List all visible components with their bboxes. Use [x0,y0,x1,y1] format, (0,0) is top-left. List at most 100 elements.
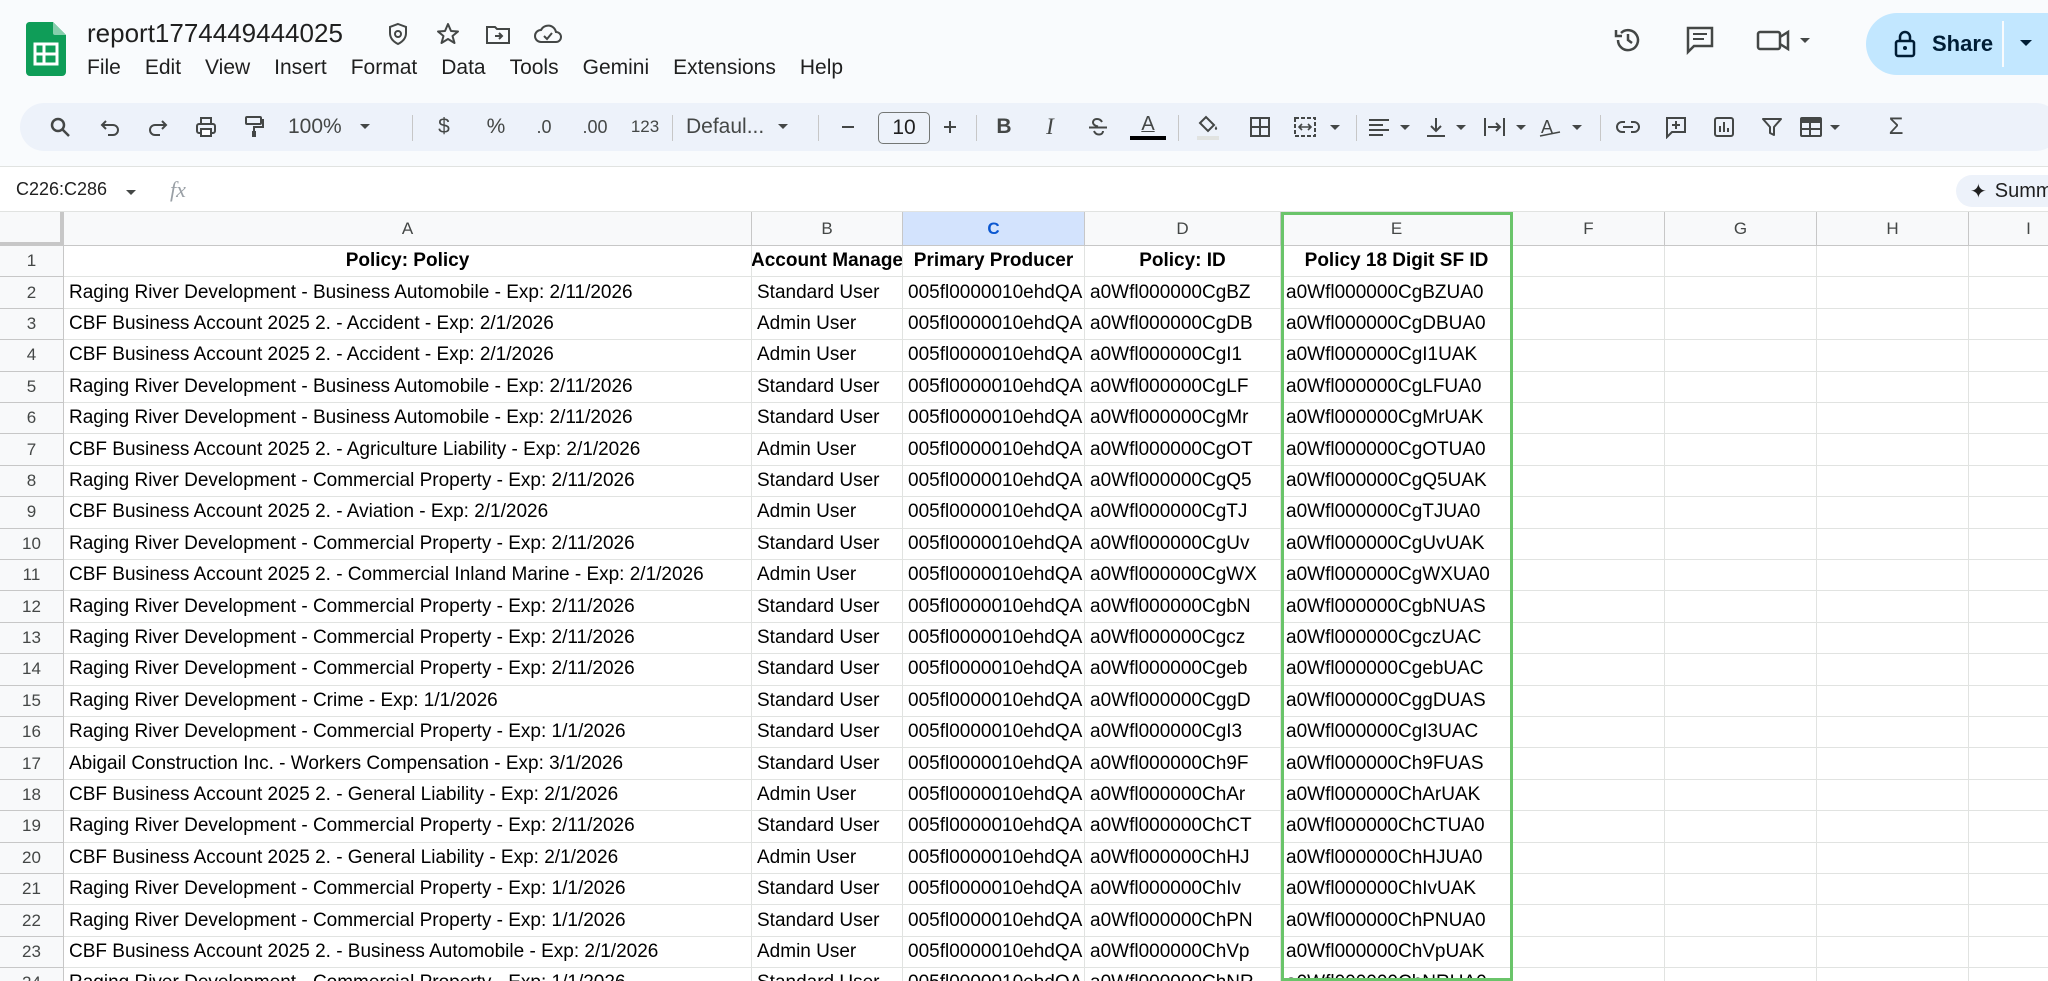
increase-font-size-icon[interactable] [932,103,968,151]
empty-cell[interactable] [1817,308,1969,341]
row-number[interactable]: 12 [0,591,64,623]
empty-cell[interactable] [1665,905,1817,937]
row-number[interactable]: 24 [0,968,64,981]
cell-d[interactable]: a0Wfl000000CgDB [1085,308,1281,341]
row-number[interactable]: 17 [0,748,64,780]
empty-cell[interactable] [1969,340,2048,372]
merge-cells-icon[interactable] [1292,103,1348,151]
cell-b[interactable]: Admin User [752,936,903,969]
cell-a[interactable]: CBF Business Account 2025 2. - Commercia… [64,560,752,592]
cell-e[interactable]: a0Wfl000000Ch9FUAS [1281,748,1513,780]
cell-e[interactable]: a0Wfl000000CggDUAS [1281,685,1513,717]
cell-d[interactable]: a0Wfl000000ChPN [1085,905,1281,937]
bold-button[interactable]: B [986,103,1022,151]
cell-c[interactable]: 005fl0000010ehdQA [903,779,1085,812]
column-header-e[interactable]: E [1281,212,1513,246]
cell-e[interactable]: a0Wfl000000CgWXUA0 [1281,560,1513,592]
column-header-g[interactable]: G [1665,212,1817,246]
empty-cell[interactable] [1817,434,1969,466]
menu-file[interactable]: File [87,54,131,82]
empty-cell[interactable] [1513,528,1665,560]
vertical-align-icon[interactable] [1424,103,1480,151]
row-number[interactable]: 19 [0,811,64,843]
cell-c[interactable]: 005fl0000010ehdQA [903,340,1085,372]
header-cell[interactable]: Account Manage [752,246,903,278]
empty-cell[interactable] [1817,465,1969,498]
header-cell[interactable]: Primary Producer [903,246,1085,278]
empty-cell[interactable] [1665,528,1817,560]
empty-cell[interactable] [1665,340,1817,372]
empty-cell[interactable] [1969,937,2048,969]
row-number[interactable]: 22 [0,905,64,937]
empty-cell[interactable] [1513,340,1665,372]
empty-cell[interactable] [1969,434,2048,466]
cell-a[interactable]: CBF Business Account 2025 2. - Business … [64,936,752,969]
row-number[interactable]: 8 [0,465,64,498]
cell-d[interactable]: a0Wfl000000ChNR [1085,968,1281,981]
empty-cell[interactable] [1969,466,2048,498]
empty-cell[interactable] [1665,874,1817,906]
text-color-button[interactable]: A [1128,103,1168,151]
insert-chart-icon[interactable] [1704,103,1744,151]
cell-c[interactable]: 005fl0000010ehdQA [903,497,1085,529]
column-header-c[interactable]: C [903,212,1085,246]
row-number[interactable]: 23 [0,936,64,969]
empty-cell[interactable] [1817,685,1969,717]
empty-cell[interactable] [1513,246,1665,278]
cell-d[interactable]: a0Wfl000000Cgeb [1085,654,1281,686]
cell-c[interactable]: 005fl0000010ehdQA [903,936,1085,969]
empty-cell[interactable] [1665,371,1817,403]
empty-cell[interactable] [1817,277,1969,309]
cell-d[interactable]: a0Wfl000000CgUv [1085,528,1281,560]
empty-cell[interactable] [1969,277,2048,309]
cell-e[interactable]: a0Wfl000000ChVpUAK [1281,936,1513,969]
empty-cell[interactable] [1969,623,2048,655]
cell-c[interactable]: 005fl0000010ehdQA [903,591,1085,623]
cell-b[interactable]: Standard User [752,811,903,843]
cell-d[interactable]: a0Wfl000000ChIv [1085,874,1281,906]
cell-b[interactable]: Standard User [752,591,903,623]
cell-b[interactable]: Standard User [752,685,903,717]
empty-cell[interactable] [1969,372,2048,403]
print-icon[interactable] [188,103,224,151]
font-family-select[interactable]: Defaul... [686,103,816,151]
row-number[interactable]: 5 [0,371,64,403]
cell-c[interactable]: 005fl0000010ehdQA [903,874,1085,906]
column-header-h[interactable]: H [1817,212,1969,246]
cell-c[interactable]: 005fl0000010ehdQA [903,465,1085,498]
empty-cell[interactable] [1513,968,1665,981]
cell-a[interactable]: Raging River Development - Commercial Pr… [64,811,752,843]
star-icon[interactable] [434,20,462,48]
cell-a[interactable]: Raging River Development - Commercial Pr… [64,874,752,906]
cell-a[interactable]: Raging River Development - Crime - Exp: … [64,685,752,717]
zoom-select[interactable]: 100% [288,103,380,151]
empty-cell[interactable] [1665,748,1817,780]
empty-cell[interactable] [1969,686,2048,717]
cell-e[interactable]: a0Wfl000000ChNRUA0 [1281,968,1513,981]
cloud-status-icon[interactable] [534,20,562,48]
menu-extensions[interactable]: Extensions [673,54,786,82]
document-title[interactable]: report1774449444025 [87,18,343,49]
cell-b[interactable]: Standard User [752,622,903,655]
cell-c[interactable]: 005fl0000010ehdQA [903,308,1085,341]
cell-b[interactable]: Standard User [752,654,903,686]
empty-cell[interactable] [1513,591,1665,623]
row-number[interactable]: 1 [0,246,64,278]
row-number[interactable]: 10 [0,528,64,560]
name-box-dropdown-icon[interactable] [124,186,138,200]
horizontal-align-icon[interactable] [1366,103,1422,151]
cell-b[interactable]: Standard User [752,874,903,906]
row-number[interactable]: 15 [0,685,64,717]
empty-cell[interactable] [1665,811,1817,843]
empty-cell[interactable] [1665,968,1817,981]
cell-e[interactable]: a0Wfl000000CgTJUA0 [1281,497,1513,529]
empty-cell[interactable] [1969,560,2048,592]
empty-cell[interactable] [1665,560,1817,592]
empty-cell[interactable] [1665,465,1817,498]
cell-a[interactable]: Raging River Development - Commercial Pr… [64,528,752,560]
cell-e[interactable]: a0Wfl000000ChIvUAK [1281,874,1513,906]
percent-format-button[interactable]: % [478,103,514,151]
cell-d[interactable]: a0Wfl000000ChCT [1085,811,1281,843]
empty-cell[interactable] [1513,277,1665,309]
empty-cell[interactable] [1969,497,2048,529]
